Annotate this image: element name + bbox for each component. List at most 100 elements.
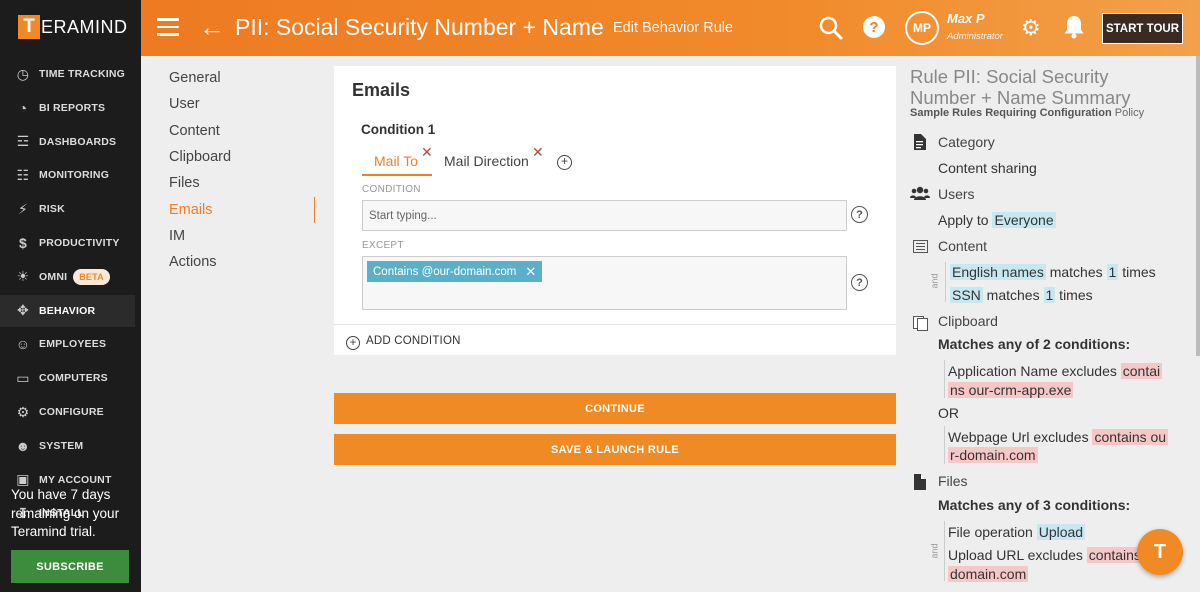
page-title: PII: Social Security Number + Name [235, 14, 604, 40]
summary-scrollbar[interactable] [1196, 56, 1200, 356]
rule-summary-panel: Rule PII: Social Security Number + Name … [903, 56, 1200, 592]
continue-button[interactable]: CONTINUE [334, 393, 896, 424]
back-arrow-icon[interactable]: ← [199, 12, 225, 42]
sidebar-item-computers[interactable]: ▭ COMPUTERS [0, 362, 135, 394]
chart-icon: ☲ [16, 133, 30, 150]
sidebar-item-configure[interactable]: ⚙ CONFIGURE [0, 396, 135, 428]
sidebar-item-label: DASHBOARDS [39, 135, 117, 148]
sidebar-item-label: SYSTEM [39, 439, 84, 452]
remove-mail-direction-icon[interactable]: ✕ [532, 144, 544, 161]
upload-text: Upload URL excludes [948, 547, 1087, 563]
subnav-general[interactable]: General [169, 70, 221, 86]
clip1-value-a: contai [1120, 363, 1163, 379]
sidebar-item-bi-reports[interactable]: ◔ BI REPORTS [0, 92, 135, 124]
clipboard-icon [913, 314, 929, 331]
content-and-label: and [929, 273, 940, 289]
add-condition-plus-icon: + [346, 336, 360, 350]
sidebar-item-omni[interactable]: ☀ OMNI BETA [0, 261, 135, 293]
subnav-files[interactable]: Files [169, 175, 200, 191]
category-heading: Category [938, 134, 995, 150]
content-row-ssn: SSN matches 1 times [950, 287, 1093, 303]
start-tour-button[interactable]: START TOUR [1102, 13, 1183, 44]
condition-input[interactable] [362, 200, 847, 231]
add-condition-button[interactable]: + ADD CONDITION [334, 324, 896, 355]
monitor-icon: ▭ [16, 369, 30, 386]
add-tab-plus-icon[interactable]: + [557, 155, 572, 170]
remove-mail-to-icon[interactable]: ✕ [421, 144, 433, 161]
subnav-emails[interactable]: Emails [169, 202, 213, 218]
save-launch-rule-button[interactable]: SAVE & LAUNCH RULE [334, 434, 896, 465]
sidebar-item-dashboards[interactable]: ☲ DASHBOARDS [0, 126, 135, 158]
clip2-text: Webpage Url excludes [948, 429, 1093, 445]
files-and-label: and [929, 543, 940, 559]
content-matches: matches [1045, 264, 1107, 280]
category-value: Content sharing [938, 160, 1037, 176]
subnav-actions[interactable]: Actions [169, 254, 217, 270]
apply-to-value: Everyone [992, 212, 1056, 228]
clock-icon: ◷ [16, 65, 30, 82]
subnav-im[interactable]: IM [169, 228, 185, 244]
sidebar-item-employees[interactable]: ☺ EMPLOYEES [0, 328, 135, 360]
condition-help-icon[interactable]: ? [851, 206, 868, 223]
sidebar-item-behavior[interactable]: ✥ BEHAVIOR [0, 294, 135, 327]
user-name[interactable]: Max P [947, 11, 985, 26]
content-bracket [945, 262, 946, 302]
content-term: English names [950, 264, 1046, 280]
beta-badge: BETA [73, 268, 110, 285]
logo-text: ERAMIND [41, 16, 128, 37]
emails-card: Emails Condition 1 Mail To ✕ Mail Direct… [334, 66, 896, 355]
content-count: 1 [1106, 264, 1119, 280]
sidebar-item-system[interactable]: ☻ SYSTEM [0, 430, 135, 462]
settings-gear-icon[interactable]: ⚙ [1021, 15, 1041, 41]
help-icon[interactable]: ? [863, 16, 885, 38]
sidebar-item-label: EMPLOYEES [39, 338, 107, 351]
sidebar-item-label: BEHAVIOR [39, 304, 96, 317]
teramind-logo[interactable]: T ERAMIND [18, 14, 128, 40]
file-operation-line: File operation Upload [948, 524, 1086, 540]
subnav-content[interactable]: Content [169, 123, 220, 139]
sidebar-item-time-tracking[interactable]: ◷ TIME TRACKING [0, 58, 135, 90]
dollar-icon: $ [19, 235, 27, 251]
user-gear-icon: ☻ [15, 437, 31, 454]
clipboard-condition-1: Application Name excludes contai [948, 363, 1163, 379]
sidebar-item-productivity[interactable]: $ PRODUCTIVITY [0, 227, 135, 259]
trial-message: You have 7 days remaining on your Terami… [11, 487, 120, 539]
summary-policy: Sample Rules Requiring Configuration Pol… [910, 107, 1144, 119]
except-label: EXCEPT [362, 240, 404, 251]
gear-icon: ⚙ [16, 403, 30, 420]
clip1-value-b: ns our-crm-app.exe [948, 382, 1074, 398]
content-list-icon [913, 240, 929, 256]
sidebar: T ERAMIND ◷ TIME TRACKING ◔ BI REPORTS ☲ DASH… [0, 0, 141, 592]
clipboard-bracket-1 [944, 360, 945, 398]
chat-launcher-button[interactable]: T [1137, 529, 1183, 575]
except-input[interactable]: Contains @our-domain.com ✕ [362, 256, 847, 310]
remove-except-tag-icon[interactable]: ✕ [525, 264, 536, 280]
active-section-marker [314, 197, 315, 223]
users-icon [910, 186, 930, 202]
upload-value-a: contains [1086, 547, 1143, 563]
subnav-user[interactable]: User [169, 96, 200, 112]
subnav-clipboard[interactable]: Clipboard [169, 149, 231, 165]
except-help-icon[interactable]: ? [851, 274, 868, 291]
condition-title: Condition 1 [361, 122, 436, 137]
summary-title: Rule PII: Social Security Number + Name … [910, 66, 1131, 108]
bulb-icon: ☀ [16, 268, 30, 285]
avatar[interactable]: MP [905, 11, 939, 45]
clipboard-condition-2: Webpage Url excludes contains ou [948, 429, 1169, 445]
users-heading: Users [938, 186, 975, 202]
file-op-value: Upload [1036, 524, 1086, 540]
clipboard-condition-1-cont: ns our-crm-app.exe [948, 382, 1074, 398]
sidebar-item-monitoring[interactable]: ☷ MONITORING [0, 159, 135, 191]
search-icon[interactable] [818, 15, 844, 41]
bolt-icon: ⚡ [17, 200, 29, 217]
clipboard-bracket-2 [944, 426, 945, 464]
files-bracket [944, 521, 945, 581]
policy-suffix: Policy [1111, 107, 1145, 119]
subscribe-button[interactable]: SUBSCRIBE [11, 550, 129, 583]
clip2-value-a: contains ou [1092, 429, 1169, 445]
tab-mail-direction[interactable]: Mail Direction [444, 153, 529, 169]
notification-bell-icon[interactable] [1063, 14, 1085, 40]
hamburger-menu-icon[interactable] [157, 18, 179, 36]
clipboard-condition-2-cont: r-domain.com [948, 447, 1038, 463]
sidebar-item-risk[interactable]: ⚡ RISK [0, 193, 135, 225]
